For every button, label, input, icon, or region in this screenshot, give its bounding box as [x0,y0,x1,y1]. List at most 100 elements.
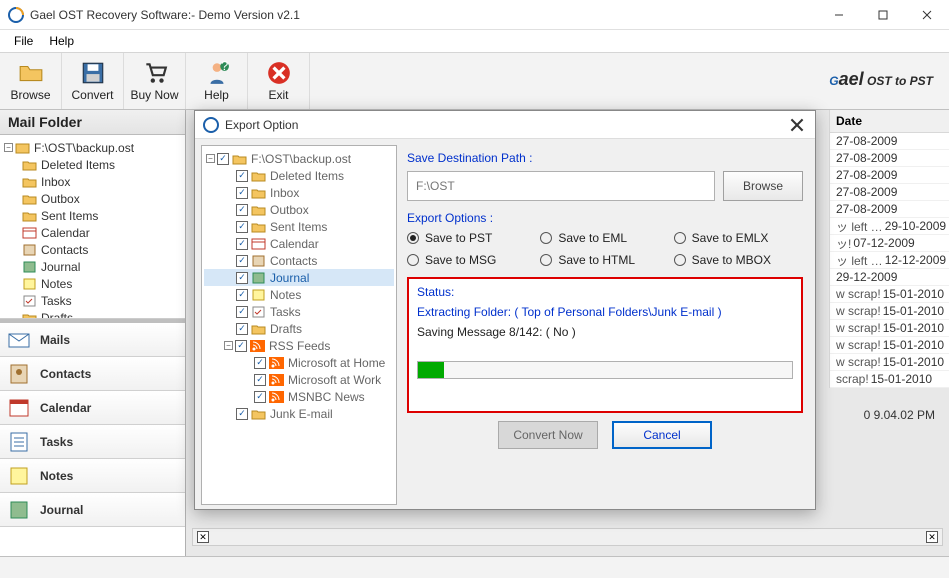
date-row[interactable]: ッ left …29-10-2009 [830,218,949,235]
toolbar-buynow[interactable]: Buy Now [124,53,186,109]
export-tree-item[interactable]: ✓Junk E-mail [204,405,394,422]
radio-icon[interactable] [674,232,686,244]
date-row[interactable]: 27-08-2009 [830,133,949,150]
browse-path-button[interactable]: Browse [723,171,803,201]
ost-file-icon [15,142,30,154]
checkbox[interactable]: ✓ [236,289,248,301]
export-tree-item[interactable]: ✓Tasks [204,303,394,320]
checkbox[interactable]: ✓ [236,187,248,199]
date-row[interactable]: ッ!07-12-2009 [830,235,949,252]
date-row[interactable]: 27-08-2009 [830,167,949,184]
checkbox[interactable]: ✓ [236,323,248,335]
nav-contacts[interactable]: Contacts [0,357,185,391]
date-row[interactable]: 27-08-2009 [830,201,949,218]
cancel-button[interactable]: Cancel [612,421,712,449]
radio-icon[interactable] [674,254,686,266]
export-option[interactable]: Save to MSG [407,253,536,267]
export-tree-item[interactable]: −✓RSS Feeds [204,337,394,354]
radio-icon[interactable] [540,254,552,266]
date-row[interactable]: w scrap!15-01-2010 [830,337,949,354]
export-tree-item[interactable]: ✓MSNBC News [204,388,394,405]
nav-calendar[interactable]: Calendar [0,391,185,425]
bottom-scrollbar[interactable]: ✕ ✕ [192,528,943,546]
checkbox[interactable]: ✓ [236,272,248,284]
export-tree-item[interactable]: ✓Drafts [204,320,394,337]
toolbar-browse[interactable]: Browse [0,53,62,109]
checkbox[interactable]: ✓ [236,408,248,420]
checkbox[interactable]: ✓ [236,204,248,216]
tree-item[interactable]: Outbox [2,190,183,207]
tree-item[interactable]: Journal [2,258,183,275]
tree-item[interactable]: Contacts [2,241,183,258]
dialog-close-button[interactable] [787,115,807,135]
toolbar-convert[interactable]: Convert [62,53,124,109]
checkbox[interactable]: ✓ [235,340,247,352]
tree-item[interactable]: Notes [2,275,183,292]
export-tree-item[interactable]: ✓Notes [204,286,394,303]
toolbar-help[interactable]: ? Help [186,53,248,109]
export-tree-item[interactable]: ✓Calendar [204,235,394,252]
tree-item[interactable]: Calendar [2,224,183,241]
export-tree-item[interactable]: ✓Outbox [204,201,394,218]
checkbox[interactable]: ✓ [236,306,248,318]
export-tree-item[interactable]: ✓Microsoft at Work [204,371,394,388]
folder-tree[interactable]: − F:\OST\backup.ost Deleted ItemsInboxOu… [0,135,185,319]
folder-icon [251,323,266,335]
date-row[interactable]: w scrap!15-01-2010 [830,286,949,303]
export-option[interactable]: Save to HTML [540,253,669,267]
date-row[interactable]: 29-12-2009 [830,269,949,286]
checkbox[interactable]: ✓ [254,391,266,403]
radio-icon[interactable] [540,232,552,244]
tree-root[interactable]: F:\OST\backup.ost [34,141,134,155]
export-folder-tree[interactable]: −✓F:\OST\backup.ost✓Deleted Items✓Inbox✓… [201,145,397,505]
minimize-button[interactable] [817,0,861,29]
export-option[interactable]: Save to EMLX [674,231,803,245]
checkbox[interactable]: ✓ [254,357,266,369]
convert-now-button[interactable]: Convert Now [498,421,598,449]
nav-notes[interactable]: Notes [0,459,185,493]
export-option[interactable]: Save to EML [540,231,669,245]
checkbox[interactable]: ✓ [236,255,248,267]
export-option[interactable]: Save to PST [407,231,536,245]
export-option[interactable]: Save to MBOX [674,253,803,267]
export-tree-item[interactable]: ✓Inbox [204,184,394,201]
menu-help[interactable]: Help [41,34,82,48]
tree-item[interactable]: Sent Items [2,207,183,224]
menu-file[interactable]: File [6,34,41,48]
export-tree-item[interactable]: ✓Journal [204,269,394,286]
export-tree-item[interactable]: ✓Contacts [204,252,394,269]
maximize-button[interactable] [861,0,905,29]
date-row[interactable]: ッ left …12-12-2009 [830,252,949,269]
checkbox[interactable]: ✓ [254,374,266,386]
checkbox[interactable]: ✓ [236,221,248,233]
export-tree-item[interactable]: ✓Deleted Items [204,167,394,184]
date-header[interactable]: Date [830,110,949,133]
nav-journal[interactable]: Journal [0,493,185,527]
date-row[interactable]: 27-08-2009 [830,150,949,167]
tree-item[interactable]: Tasks [2,292,183,309]
scroll-right-icon[interactable]: ✕ [926,531,938,543]
nav-mails[interactable]: Mails [0,323,185,357]
checkbox[interactable]: ✓ [236,238,248,250]
scroll-left-icon[interactable]: ✕ [197,531,209,543]
tree-item[interactable]: Inbox [2,173,183,190]
export-tree-item[interactable]: ✓Microsoft at Home [204,354,394,371]
calendar-icon [8,397,30,419]
toolbar-exit[interactable]: Exit [248,53,310,109]
date-row[interactable]: 27-08-2009 [830,184,949,201]
tree-item[interactable]: Deleted Items [2,156,183,173]
date-row[interactable]: w scrap!15-01-2010 [830,354,949,371]
close-button[interactable] [905,0,949,29]
folder-icon [251,408,266,420]
collapse-icon[interactable]: − [4,143,13,152]
date-row[interactable]: scrap!15-01-2010 [830,371,949,388]
checkbox[interactable]: ✓ [236,170,248,182]
date-row[interactable]: w scrap!15-01-2010 [830,320,949,337]
date-row[interactable]: w scrap!15-01-2010 [830,303,949,320]
export-tree-item[interactable]: ✓Sent Items [204,218,394,235]
tree-item[interactable]: Drafts [2,309,183,319]
nav-tasks[interactable]: Tasks [0,425,185,459]
save-path-input[interactable]: F:\OST [407,171,715,201]
radio-icon[interactable] [407,232,419,244]
radio-icon[interactable] [407,254,419,266]
